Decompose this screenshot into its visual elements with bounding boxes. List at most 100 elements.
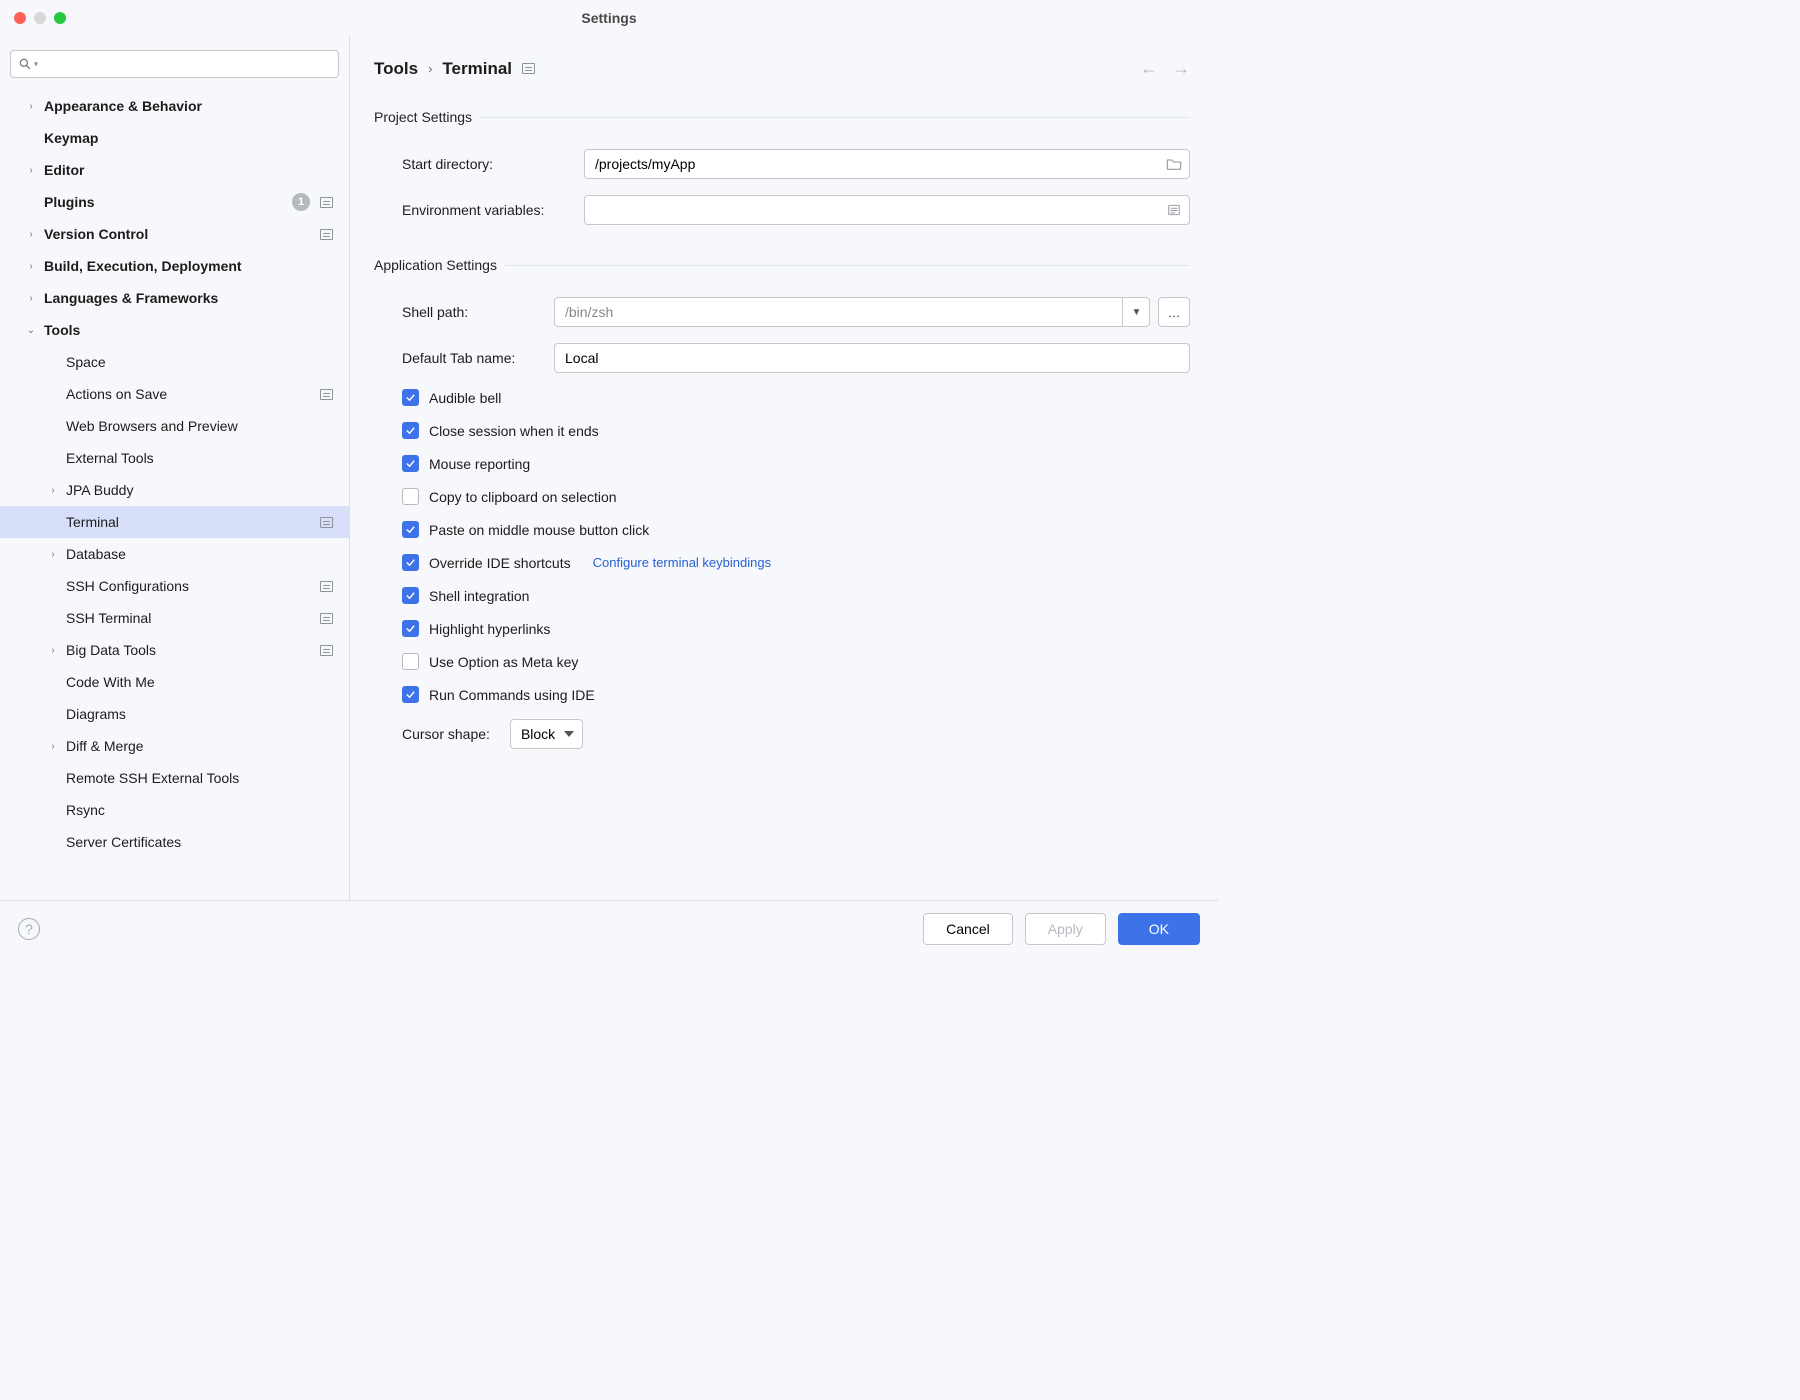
sidebar-item[interactable]: ›Keymap bbox=[10, 122, 339, 154]
sidebar-item[interactable]: ›Diff & Merge bbox=[10, 730, 339, 762]
checkbox-label: Override IDE shortcuts bbox=[429, 555, 571, 571]
cursor-shape-select[interactable]: Block bbox=[510, 719, 583, 749]
sidebar-item[interactable]: ›Space bbox=[10, 346, 339, 378]
sidebar-item-label: Tools bbox=[44, 322, 333, 338]
breadcrumb-current: Terminal bbox=[442, 59, 512, 79]
checkbox-row: Use Option as Meta key bbox=[374, 645, 1190, 678]
shell-path-dropdown-button[interactable]: ▼ bbox=[1122, 297, 1150, 327]
sidebar-item[interactable]: › Languages & Frameworks bbox=[10, 282, 339, 314]
chevron-icon: › bbox=[44, 549, 62, 560]
sidebar-item[interactable]: ›Build, Execution, Deployment bbox=[10, 250, 339, 282]
sidebar-item-label: Space bbox=[66, 354, 333, 370]
chevron-icon: ⌄ bbox=[22, 325, 40, 336]
sidebar-item[interactable]: ›Terminal bbox=[0, 506, 349, 538]
settings-search-input[interactable] bbox=[10, 50, 339, 78]
sidebar-item[interactable]: ›Remote SSH External Tools bbox=[10, 762, 339, 794]
checkbox-label: Audible bell bbox=[429, 390, 501, 406]
checkbox[interactable] bbox=[402, 554, 419, 571]
env-vars-input[interactable] bbox=[584, 195, 1190, 225]
default-tab-label: Default Tab name: bbox=[374, 350, 554, 366]
chevron-right-icon: › bbox=[428, 61, 432, 76]
list-icon[interactable] bbox=[1166, 203, 1182, 217]
sidebar-item-label: Plugins bbox=[44, 194, 288, 210]
checkbox-label: Run Commands using IDE bbox=[429, 687, 595, 703]
dialog-footer: ? Cancel Apply OK bbox=[0, 900, 1218, 956]
chevron-icon: › bbox=[22, 293, 40, 304]
breadcrumb-parent[interactable]: Tools bbox=[374, 59, 418, 79]
checkbox-row: Close session when it ends bbox=[374, 414, 1190, 447]
search-history-dropdown-icon[interactable]: ▾ bbox=[34, 60, 38, 69]
shell-path-browse-button[interactable]: … bbox=[1158, 297, 1190, 327]
configure-keybindings-link[interactable]: Configure terminal keybindings bbox=[593, 555, 771, 570]
sidebar-item-label: Server Certificates bbox=[66, 834, 333, 850]
start-directory-input[interactable] bbox=[584, 149, 1190, 179]
sidebar-item[interactable]: ›Actions on Save bbox=[10, 378, 339, 410]
sidebar-item[interactable]: ›Code With Me bbox=[10, 666, 339, 698]
sidebar-item[interactable]: ›Plugins1 bbox=[10, 186, 339, 218]
sidebar-item[interactable]: ›Editor bbox=[10, 154, 339, 186]
checkbox-label: Close session when it ends bbox=[429, 423, 599, 439]
update-count-badge: 1 bbox=[292, 193, 310, 211]
sidebar-item[interactable]: ›JPA Buddy bbox=[10, 474, 339, 506]
help-button[interactable]: ? bbox=[18, 918, 40, 940]
ok-button[interactable]: OK bbox=[1118, 913, 1200, 945]
checkbox-row: Audible bell bbox=[374, 381, 1190, 414]
sidebar-item[interactable]: ›Server Certificates bbox=[10, 826, 339, 858]
sidebar-item[interactable]: ›Web Browsers and Preview bbox=[10, 410, 339, 442]
chevron-icon: › bbox=[44, 741, 62, 752]
checkbox[interactable] bbox=[402, 455, 419, 472]
checkbox[interactable] bbox=[402, 521, 419, 538]
cancel-button[interactable]: Cancel bbox=[923, 913, 1013, 945]
checkbox[interactable] bbox=[402, 686, 419, 703]
checkbox[interactable] bbox=[402, 653, 419, 670]
chevron-icon: › bbox=[44, 485, 62, 496]
sidebar-item[interactable]: ›Diagrams bbox=[10, 698, 339, 730]
checkbox[interactable] bbox=[402, 389, 419, 406]
checkbox-label: Copy to clipboard on selection bbox=[429, 489, 617, 505]
sidebar-item-label: Big Data Tools bbox=[66, 642, 316, 658]
titlebar: Settings bbox=[0, 0, 1218, 36]
sidebar-item[interactable]: ›Appearance & Behavior bbox=[10, 90, 339, 122]
sidebar-item[interactable]: ›Big Data Tools bbox=[10, 634, 339, 666]
close-window-button[interactable] bbox=[14, 12, 26, 24]
sidebar-item[interactable]: ›Version Control bbox=[10, 218, 339, 250]
checkbox[interactable] bbox=[402, 488, 419, 505]
minimize-window-button[interactable] bbox=[34, 12, 46, 24]
sidebar-item[interactable]: ›Rsync bbox=[10, 794, 339, 826]
shell-path-input[interactable] bbox=[554, 297, 1150, 327]
checkbox[interactable] bbox=[402, 620, 419, 637]
sidebar-item-label: Editor bbox=[44, 162, 333, 178]
breadcrumb: Tools › Terminal bbox=[374, 59, 535, 79]
sidebar-item[interactable]: ›Database bbox=[10, 538, 339, 570]
checkbox[interactable] bbox=[402, 422, 419, 439]
sidebar-item[interactable]: ›SSH Configurations bbox=[10, 570, 339, 602]
default-tab-input[interactable] bbox=[554, 343, 1190, 373]
checkbox-label: Mouse reporting bbox=[429, 456, 530, 472]
back-button[interactable]: ← bbox=[1140, 58, 1158, 79]
for-current-project-icon bbox=[320, 581, 333, 592]
sidebar-item[interactable]: ›SSH Terminal bbox=[10, 602, 339, 634]
sidebar-item-label: Build, Execution, Deployment bbox=[44, 258, 333, 274]
window-title: Settings bbox=[0, 10, 1218, 26]
cursor-shape-label: Cursor shape: bbox=[402, 726, 490, 742]
checkbox-row: Override IDE shortcuts Configure terminal… bbox=[374, 546, 1190, 579]
sidebar-item-label: Languages & Frameworks bbox=[44, 290, 333, 306]
checkbox-row: Shell integration bbox=[374, 579, 1190, 612]
sidebar-item[interactable]: ⌄ Tools bbox=[10, 314, 339, 346]
for-current-project-icon bbox=[522, 63, 535, 74]
sidebar-item[interactable]: ›External Tools bbox=[10, 442, 339, 474]
sidebar-item-label: Web Browsers and Preview bbox=[66, 418, 333, 434]
forward-button[interactable]: → bbox=[1172, 58, 1190, 79]
checkbox[interactable] bbox=[402, 587, 419, 604]
sidebar-item-label: Keymap bbox=[44, 130, 333, 146]
sidebar-item-label: Code With Me bbox=[66, 674, 333, 690]
for-current-project-icon bbox=[320, 389, 333, 400]
folder-icon[interactable] bbox=[1166, 157, 1182, 171]
checkbox-row: Mouse reporting bbox=[374, 447, 1190, 480]
sidebar-item-label: Terminal bbox=[66, 514, 316, 530]
checkbox-row: Highlight hyperlinks bbox=[374, 612, 1190, 645]
apply-button[interactable]: Apply bbox=[1025, 913, 1106, 945]
maximize-window-button[interactable] bbox=[54, 12, 66, 24]
chevron-icon: › bbox=[22, 101, 40, 112]
checkbox-label: Shell integration bbox=[429, 588, 529, 604]
